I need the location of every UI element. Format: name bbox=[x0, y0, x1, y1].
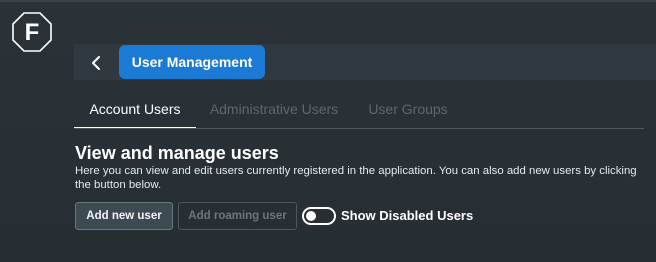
top-border bbox=[0, 0, 656, 2]
add-new-user-button[interactable]: Add new user bbox=[75, 202, 173, 230]
logo-letter: F bbox=[25, 19, 40, 46]
toggle-knob bbox=[306, 211, 316, 221]
section-description: Here you can view and edit users current… bbox=[75, 165, 637, 191]
show-disabled-users-toggle[interactable] bbox=[302, 207, 336, 225]
add-roaming-user-button[interactable]: Add roaming user bbox=[178, 202, 297, 230]
tab-account-users[interactable]: Account Users bbox=[74, 90, 196, 128]
page-title-button[interactable]: User Management bbox=[119, 45, 265, 79]
show-disabled-users-label[interactable]: Show Disabled Users bbox=[341, 208, 473, 223]
tab-bar: Account Users Administrative Users User … bbox=[74, 90, 656, 130]
chevron-left-icon bbox=[92, 56, 100, 70]
app-logo[interactable]: F bbox=[10, 10, 54, 54]
section-title: View and manage users bbox=[75, 143, 279, 163]
tab-user-groups[interactable]: User Groups bbox=[356, 90, 460, 128]
logo-icon: F bbox=[12, 12, 52, 52]
tabs-divider bbox=[74, 128, 644, 129]
tab-administrative-users[interactable]: Administrative Users bbox=[198, 90, 350, 128]
back-button[interactable] bbox=[82, 49, 110, 77]
